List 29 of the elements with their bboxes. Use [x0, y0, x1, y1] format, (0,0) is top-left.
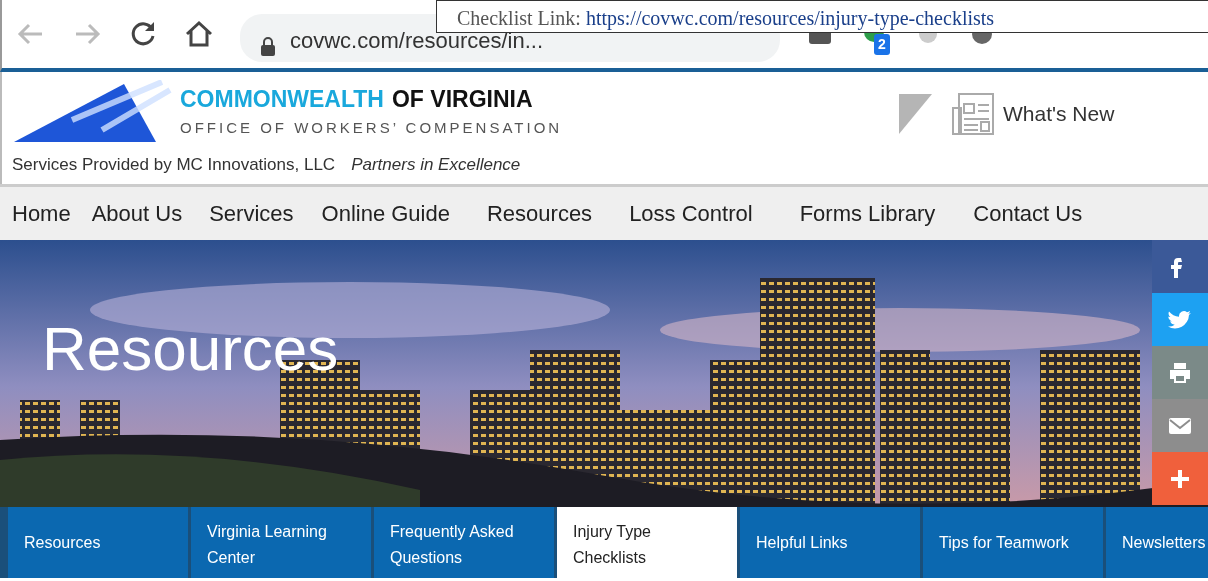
logo-title: OF VIRGINIA: [392, 85, 533, 114]
nav-link[interactable]: Loss Control: [629, 197, 753, 230]
tagline: Services Provided by MC Innovations, LLC: [12, 154, 336, 176]
logo-icon: [12, 80, 172, 144]
whats-new-link[interactable]: What's New: [951, 92, 1115, 136]
section-tab[interactable]: Newsletters: [1106, 507, 1208, 578]
nav-link[interactable]: Services: [209, 197, 294, 230]
nav-link[interactable]: About Us: [91, 197, 183, 230]
section-tab[interactable]: Frequently Asked Questions: [374, 507, 554, 578]
nav-link[interactable]: Online Guide: [321, 197, 450, 230]
nav-link[interactable]: Forms Library: [799, 197, 936, 230]
newspaper-icon: [951, 92, 995, 136]
nav-link[interactable]: Resources: [486, 197, 593, 230]
logo-title: COMMONWEALTH: [180, 85, 384, 114]
notification-badge: 2: [874, 34, 890, 55]
page-title: Resources: [42, 313, 339, 385]
section-tab[interactable]: Virginia Learning Center: [191, 507, 371, 578]
section-tab[interactable]: Tips for Teamwork: [923, 507, 1103, 578]
section-tab[interactable]: Helpful Links: [740, 507, 920, 578]
home-icon[interactable]: [184, 19, 214, 49]
logo-subtitle: OFFICE OF WORKERS’ COMPENSATION: [180, 117, 563, 138]
nav-link[interactable]: Home: [12, 197, 71, 230]
section-tab[interactable]: Injury Type Checklists: [557, 507, 737, 578]
nav-link[interactable]: Contact Us: [973, 197, 1083, 230]
url-text: covwc.com/resources/in...: [290, 27, 544, 55]
lock-icon: [260, 37, 276, 57]
slogan: Partners in Excellence: [351, 154, 521, 176]
triangle-icon: [897, 92, 933, 136]
section-tab[interactable]: Resources: [8, 507, 188, 578]
